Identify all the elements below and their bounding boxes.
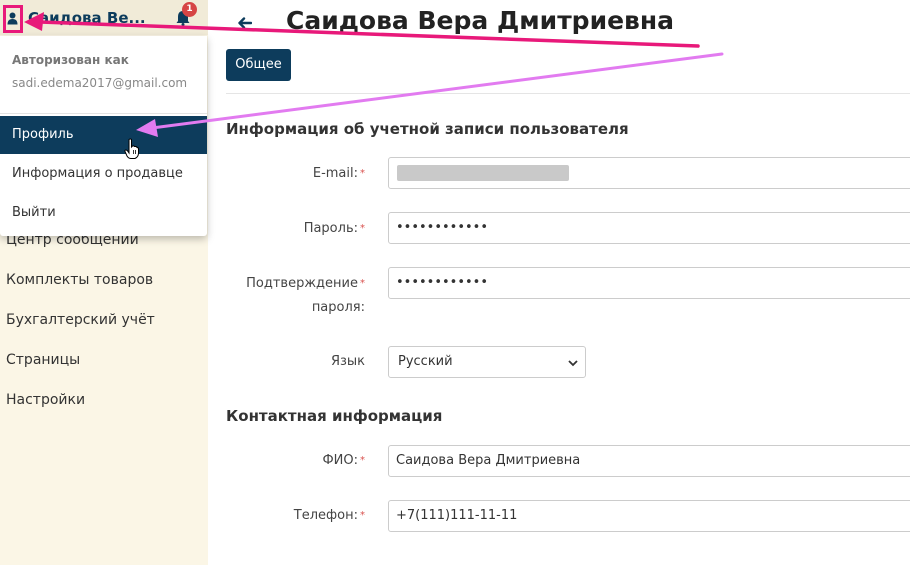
contact-section-title: Контактная информация <box>226 407 443 425</box>
fullname-label: ФИО: * <box>322 448 365 474</box>
email-redacted-blur <box>397 165 569 181</box>
sidebar-item-accounting[interactable]: Бухгалтерский учёт <box>0 309 208 349</box>
authorized-email: sadi.edema2017@gmail.com <box>12 76 188 90</box>
phone-field[interactable]: +7(111)111-11-11 <box>388 500 910 532</box>
tab-general[interactable]: Общее <box>226 49 291 81</box>
annotation-highlight-box <box>3 5 23 33</box>
fullname-field[interactable]: Саидова Вера Дмитриевна <box>388 445 910 477</box>
required-asterisk: * <box>360 510 365 521</box>
required-asterisk: * <box>360 168 365 179</box>
hand-cursor-icon <box>124 138 139 159</box>
email-label: E-mail: * <box>313 161 365 187</box>
user-menu-button[interactable]: Саидова Ве... <box>2 3 162 33</box>
email-label-text: E-mail: <box>312 166 358 181</box>
notification-badge: 1 <box>182 2 197 17</box>
confirm-label-line1: Подтверждение <box>246 276 358 291</box>
sidebar-item-bundles[interactable]: Комплекты товаров <box>0 269 208 309</box>
password-label: Пароль: * <box>304 216 365 242</box>
main-content: Саидова Вера Дмитриевна Общее Информация… <box>208 0 910 565</box>
chevron-down-icon <box>568 347 578 377</box>
account-section-title: Информация об учетной записи пользовател… <box>226 120 629 138</box>
confirm-password-field[interactable]: •••••••••••• <box>388 267 910 299</box>
user-name: Саидова Ве... <box>28 9 146 27</box>
phone-label: Телефон: * <box>294 503 365 529</box>
tabs-divider <box>226 93 910 94</box>
dropdown-item-seller-info[interactable]: Информация о продавце <box>0 155 207 193</box>
user-dropdown-menu: Авторизован как sadi.edema2017@gmail.com… <box>0 36 207 236</box>
fullname-label-text: ФИО: <box>322 453 358 468</box>
authorized-as-label: Авторизован как <box>12 53 129 67</box>
required-asterisk: * <box>360 223 365 234</box>
arrow-left-icon[interactable] <box>238 11 253 35</box>
language-select[interactable]: Русский <box>388 346 586 378</box>
sidebar-item-pages[interactable]: Страницы <box>0 349 208 389</box>
confirm-label-line2: пароля: <box>311 300 365 315</box>
required-asterisk: * <box>360 278 365 289</box>
language-selected-value: Русский <box>398 354 453 369</box>
password-field[interactable]: •••••••••••• <box>388 212 910 244</box>
required-asterisk: * <box>360 455 365 466</box>
dropdown-item-profile[interactable]: Профиль <box>0 116 207 154</box>
sidebar-nav: Центр сообщений Комплекты товаров Бухгал… <box>0 229 208 429</box>
password-label-text: Пароль: <box>303 221 358 236</box>
phone-label-text: Телефон: <box>293 508 358 523</box>
email-field[interactable] <box>388 157 910 189</box>
dropdown-item-logout[interactable]: Выйти <box>0 194 207 232</box>
language-label: Язык <box>330 354 365 369</box>
confirm-password-label: Подтверждение * пароля: <box>246 272 365 320</box>
sidebar-item-settings[interactable]: Настройки <box>0 389 208 429</box>
dropdown-divider <box>0 113 207 114</box>
page-title: Саидова Вера Дмитриевна <box>286 6 675 35</box>
